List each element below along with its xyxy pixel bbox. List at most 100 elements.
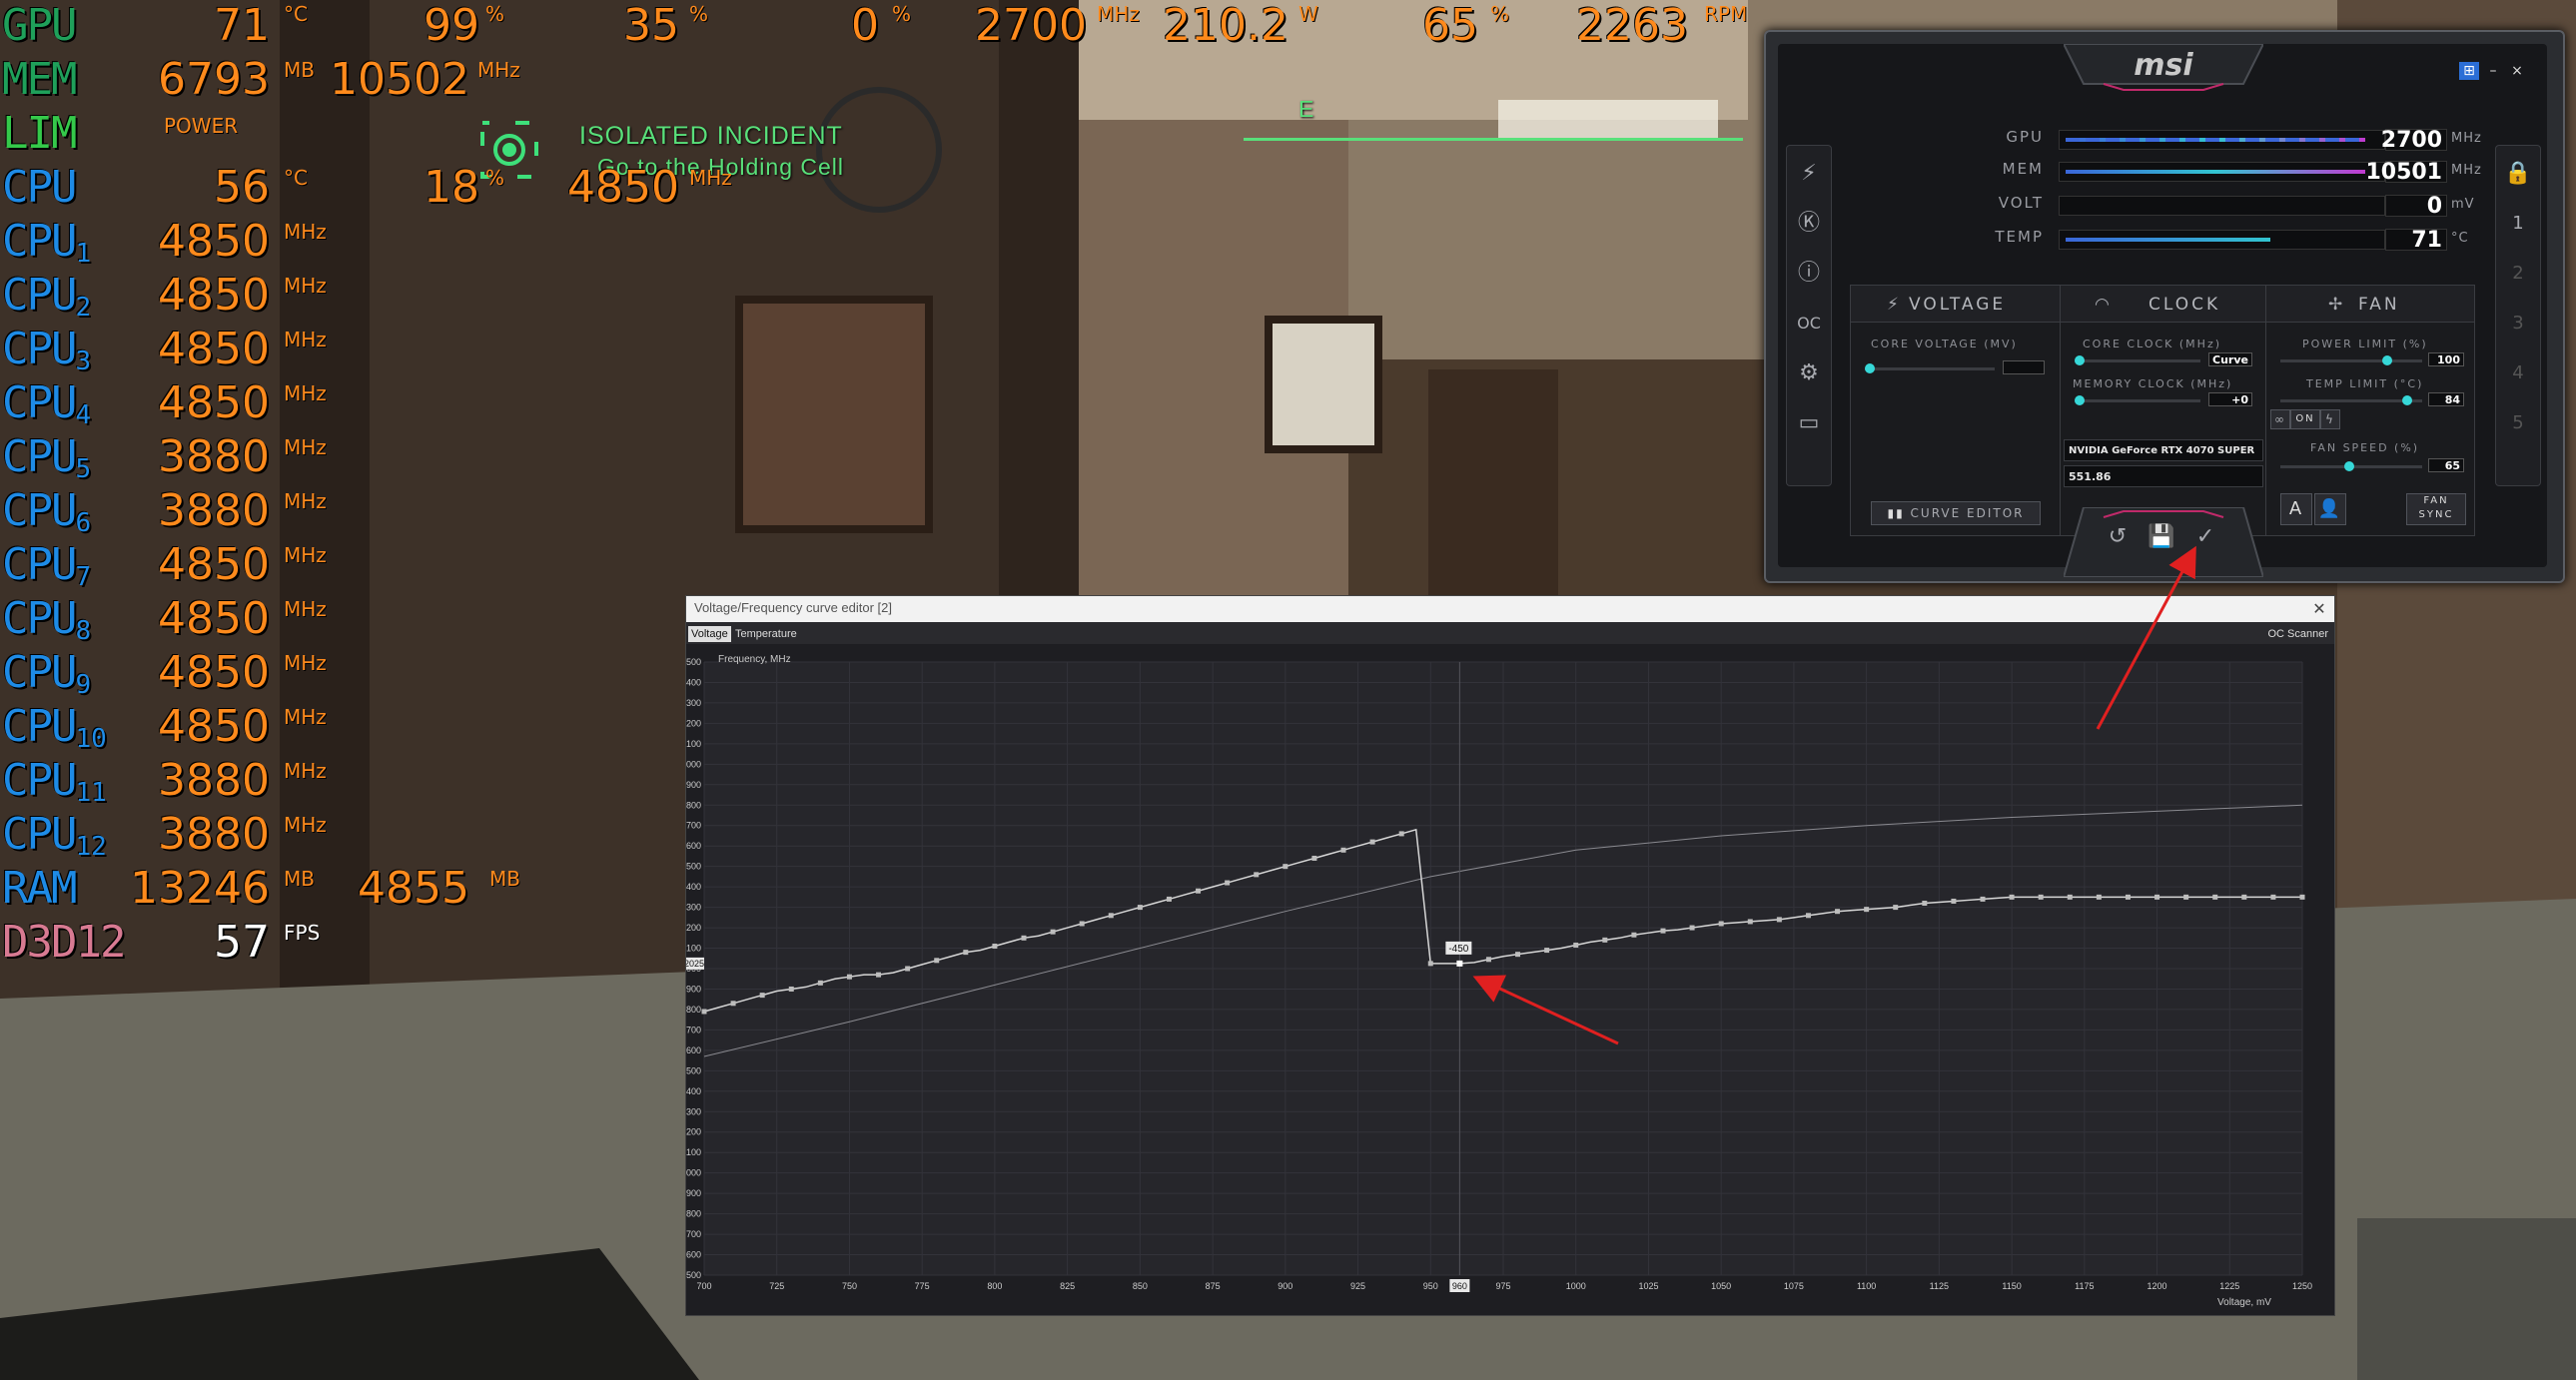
- tab-voltage[interactable]: Voltage: [688, 626, 731, 642]
- windows-icon[interactable]: ⊞: [2459, 62, 2479, 80]
- y-tick-label: 2400: [686, 882, 701, 892]
- osd-core-unit: MHz: [284, 274, 327, 298]
- y-tick-label: 2200: [686, 923, 701, 933]
- priority-toggle[interactable]: ON: [2290, 409, 2320, 429]
- osd-cpu-clock: 4850: [567, 162, 679, 213]
- osd-core-value: 3880: [158, 431, 270, 482]
- y-tick-label: 800: [686, 1209, 701, 1219]
- core-clock-label: CORE CLOCK (MHz): [2083, 338, 2222, 350]
- y-tick-label: 1500: [686, 1065, 701, 1075]
- monitor-label: VOLT: [1998, 194, 2044, 212]
- osd-mem-used-unit: MB: [284, 58, 315, 82]
- curve-point: [1747, 919, 1753, 925]
- core-voltage-slider[interactable]: [1865, 363, 1995, 373]
- x-tick-label: 1100: [1857, 1281, 1876, 1291]
- save-icon[interactable]: 💾: [2147, 523, 2175, 551]
- curve-editor-label: CURVE EDITOR: [1910, 506, 2025, 520]
- y-tick-label: 2900: [686, 780, 701, 790]
- osd-gpu-temp-unit: °C: [284, 2, 308, 26]
- vf-curve-chart[interactable]: 500 600 700 800 900 1000 1100 1200 1300 1400 1500 1…: [686, 644, 2334, 1315]
- slider-knob[interactable]: [2402, 395, 2412, 405]
- bars-icon: ▮▮: [1887, 506, 1905, 520]
- selected-freq-label: 2025: [686, 959, 704, 969]
- fan-sync-button[interactable]: FAN SYNC: [2406, 493, 2466, 525]
- fan-auto-button[interactable]: A: [2280, 493, 2312, 525]
- fan-speed-slider[interactable]: [2280, 461, 2422, 471]
- curve-point: [2212, 894, 2218, 900]
- power-limit-slider[interactable]: [2280, 355, 2422, 365]
- osd-cpu-clock-unit: MHz: [689, 166, 732, 190]
- memory-clock-box[interactable]: +0: [2208, 392, 2252, 406]
- k-icon[interactable]: Ⓚ: [1795, 210, 1823, 238]
- settings-gear-icon[interactable]: ⚙: [1795, 359, 1823, 387]
- curve-point: [876, 972, 882, 978]
- close-icon[interactable]: ✕: [2308, 598, 2330, 620]
- curve-point: [2038, 894, 2044, 900]
- x-tick-label: 1250: [2292, 1281, 2312, 1291]
- slider-knob[interactable]: [2382, 355, 2392, 365]
- temp-limit-box[interactable]: 84: [2428, 392, 2464, 406]
- reset-icon[interactable]: ↺: [2104, 523, 2132, 551]
- profile-5-button[interactable]: 5: [2504, 409, 2532, 437]
- apply-check-icon[interactable]: ✓: [2191, 523, 2219, 551]
- curve-editor-window: Voltage/Frequency curve editor [2] ✕ Vol…: [685, 595, 2335, 1316]
- power-limit-box[interactable]: 100: [2428, 352, 2464, 366]
- monitor-value-box: 0: [2385, 194, 2447, 219]
- compass-heading: E: [1298, 96, 1315, 122]
- monitor-unit: MHz: [2451, 163, 2482, 178]
- y-tick-label: 1700: [686, 1025, 701, 1035]
- profile-3-button[interactable]: 3: [2504, 310, 2532, 338]
- core-voltage-box[interactable]: [2003, 360, 2045, 374]
- minimize-button[interactable]: –: [2483, 62, 2503, 80]
- y-tick-label: 1200: [686, 1127, 701, 1137]
- monitor-bar: [2059, 196, 2385, 216]
- close-button[interactable]: ×: [2507, 62, 2527, 80]
- oc-scanner-icon[interactable]: OC: [1795, 310, 1823, 338]
- monitor-value-box: 71: [2385, 228, 2447, 253]
- user-define-icon[interactable]: 👤: [2314, 493, 2346, 525]
- profile-1-button[interactable]: 1: [2504, 210, 2532, 238]
- y-tick-label: 600: [686, 1250, 701, 1260]
- slider-knob[interactable]: [1865, 363, 1875, 373]
- core-clock-slider[interactable]: [2075, 355, 2200, 365]
- osd-cpu-temp-unit: °C: [284, 166, 308, 190]
- osd-core-unit: MHz: [284, 381, 327, 405]
- x-tick-label: 975: [1495, 1281, 1510, 1291]
- monitor-icon[interactable]: ▭: [1795, 409, 1823, 437]
- y-tick-label: 3200: [686, 718, 701, 728]
- slider-knob[interactable]: [2344, 461, 2354, 471]
- memory-clock-slider[interactable]: [2075, 395, 2200, 405]
- curve-editor-button[interactable]: ▮▮ CURVE EDITOR: [1871, 501, 2041, 525]
- osd-core-unit: MHz: [284, 651, 327, 675]
- point-tooltip: -450: [1448, 944, 1468, 955]
- curve-editor-title: Voltage/Frequency curve editor [2]: [694, 600, 893, 615]
- clock-panel-header: ◠ CLOCK: [2061, 286, 2266, 323]
- info-icon[interactable]: ⓘ: [1795, 260, 1823, 288]
- osd-gpu-clock-unit: MHz: [1097, 2, 1140, 26]
- link-limits-button[interactable]: ∞: [2270, 409, 2290, 429]
- fan-speed-box[interactable]: 65: [2428, 458, 2464, 472]
- temp-limit-label: TEMP LIMIT (°C): [2306, 377, 2424, 390]
- profile-2-button[interactable]: 2: [2504, 260, 2532, 288]
- osd-mem-label: MEM: [2, 54, 77, 105]
- msi-left-sidebar: ⚡ Ⓚ ⓘ OC ⚙ ▭: [1786, 145, 1832, 486]
- core-clock-box[interactable]: Curve: [2208, 352, 2252, 366]
- y-tick-label: 1400: [686, 1086, 701, 1096]
- bolt-icon[interactable]: ϟ: [2320, 409, 2340, 429]
- selected-curve-point: [1456, 960, 1463, 967]
- profile-4-button[interactable]: 4: [2504, 359, 2532, 387]
- tab-temperature[interactable]: Temperature: [732, 626, 800, 642]
- monitor-bar-fill: [2066, 138, 2365, 142]
- slider-knob[interactable]: [2075, 395, 2085, 405]
- temp-limit-slider[interactable]: [2280, 395, 2422, 405]
- slider-knob[interactable]: [2075, 355, 2085, 365]
- lock-icon[interactable]: 🔒: [2504, 160, 2532, 188]
- oc-scanner-link[interactable]: OC Scanner: [2267, 628, 2328, 640]
- osd-core-unit: MHz: [284, 597, 327, 621]
- monitor-label: MEM: [2002, 160, 2044, 178]
- osd-ram-commit: 4855: [358, 863, 469, 914]
- kombustor-icon[interactable]: ⚡: [1795, 160, 1823, 188]
- osd-cpu-temp: 56: [214, 162, 270, 213]
- osd-gpu-load: 99: [424, 0, 479, 51]
- osd-core-unit: MHz: [284, 813, 327, 837]
